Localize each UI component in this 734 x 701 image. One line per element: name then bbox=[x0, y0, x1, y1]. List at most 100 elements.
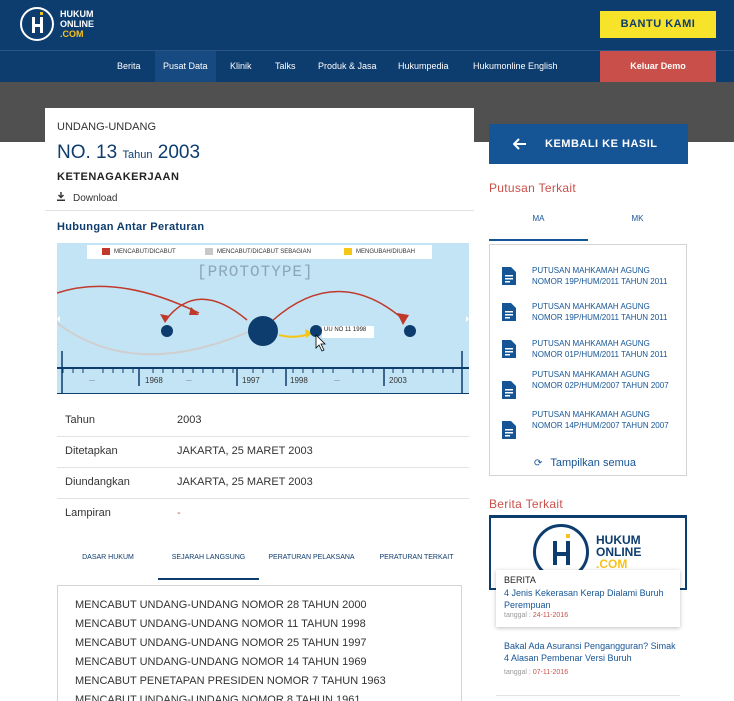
node-2003 bbox=[404, 325, 416, 337]
divider bbox=[45, 210, 474, 211]
nav-item-klinik[interactable]: Klinik bbox=[222, 51, 260, 82]
logo-text: HUKUM ONLINE .COM bbox=[60, 9, 95, 39]
putusan-list: PUTUSAN MAHKAMAH AGUNG NOMOR 19P/HUM/201… bbox=[489, 244, 687, 476]
document-year: 2003 bbox=[157, 142, 201, 163]
back-to-results-button[interactable]: KEMBALI KE HASIL bbox=[489, 124, 688, 164]
node-2003-current bbox=[248, 316, 278, 346]
timeline-label: 1968 bbox=[145, 376, 163, 385]
divider bbox=[496, 695, 680, 696]
history-item[interactable]: MENCABUT UNDANG-UNDANG NOMOR 14 TAHUN 19… bbox=[58, 653, 461, 672]
nav-item-pusat-data[interactable]: Pusat Data bbox=[155, 51, 216, 82]
putusan-title: PUTUSAN MAHKAMAH AGUNG NOMOR 01P/HUM/201… bbox=[532, 339, 668, 359]
document-icon bbox=[502, 381, 516, 399]
info-value: JAKARTA, 25 MARET 2003 bbox=[177, 476, 313, 488]
donate-button[interactable]: BANTU KAMI bbox=[600, 11, 716, 38]
info-key: Diundangkan bbox=[65, 476, 130, 488]
putusan-title: PUTUSAN MAHKAMAH AGUNG NOMOR 19P/HUM/201… bbox=[532, 266, 668, 286]
news-logo-text: HUKUM ONLINE .COM bbox=[596, 533, 642, 571]
putusan-heading: Putusan Terkait bbox=[489, 181, 576, 195]
document-type: UNDANG-UNDANG bbox=[57, 121, 156, 133]
scroll-right-icon bbox=[466, 316, 469, 322]
arrowhead bbox=[397, 313, 409, 325]
putusan-tabs: MA MK bbox=[489, 205, 687, 241]
berita-heading: Berita Terkait bbox=[489, 497, 564, 511]
news-title[interactable]: 4 Jenis Kekerasan Kerap Dialami Buruh Pe… bbox=[504, 587, 674, 611]
putusan-item[interactable]: PUTUSAN MAHKAMAH AGUNG NOMOR 19P/HUM/201… bbox=[500, 301, 680, 335]
putusan-title: PUTUSAN MAHKAMAH AGUNG NOMOR 19P/HUM/201… bbox=[532, 302, 668, 322]
relation-arc-revoke bbox=[271, 290, 404, 322]
news-date: tanggal : 07-11-2016 bbox=[504, 669, 569, 676]
arrowhead bbox=[160, 314, 170, 323]
info-key: Tahun bbox=[65, 414, 95, 426]
relations-graph bbox=[57, 285, 469, 394]
info-value: - bbox=[177, 507, 181, 519]
timeline-label: 1998 bbox=[290, 376, 308, 385]
logo-h-icon bbox=[20, 7, 54, 41]
timeline-label: 1997 bbox=[242, 376, 260, 385]
timeline-label: ... bbox=[186, 376, 192, 383]
scroll-left-icon bbox=[57, 316, 60, 322]
document-icon bbox=[502, 340, 516, 358]
document-icon bbox=[502, 267, 516, 285]
tab-dasar-hukum[interactable]: DASAR HUKUM bbox=[57, 548, 159, 580]
history-item[interactable]: MENCABUT UNDANG-UNDANG NOMOR 28 TAHUN 20… bbox=[58, 596, 461, 615]
nav-item-talks[interactable]: Talks bbox=[267, 51, 304, 82]
download-icon bbox=[57, 192, 67, 203]
news-card-featured[interactable]: BERITA 4 Jenis Kekerasan Kerap Dialami B… bbox=[496, 570, 680, 627]
history-item[interactable]: MENCABUT UNDANG-UNDANG NOMOR 25 TAHUN 19… bbox=[58, 634, 461, 653]
putusan-item[interactable]: PUTUSAN MAHKAMAH AGUNG NOMOR 19P/HUM/201… bbox=[500, 265, 680, 299]
history-item[interactable]: MENCABUT UNDANG-UNDANG NOMOR 8 TAHUN 196… bbox=[58, 691, 461, 701]
relations-diagram[interactable]: MENCABUT/DICABUT MENCABUT/DICABUT SEBAGI… bbox=[57, 243, 469, 394]
relation-arc-partial bbox=[57, 322, 258, 356]
info-value: JAKARTA, 25 MARET 2003 bbox=[177, 445, 313, 457]
tab-peraturan-terkait[interactable]: PERATURAN TERKAIT bbox=[364, 548, 469, 580]
news-title[interactable]: Bakal Ada Asuransi Pengangguran? Simak 4… bbox=[504, 640, 680, 664]
info-key: Lampiran bbox=[65, 507, 111, 519]
show-all-label: Tampilkan semua bbox=[550, 457, 636, 469]
nav-item-produk-jasa[interactable]: Produk & Jasa bbox=[310, 51, 385, 82]
news-date: tanggal : 24-11-2016 bbox=[504, 612, 569, 619]
history-item[interactable]: MENCABUT PENETAPAN PRESIDEN NOMOR 7 TAHU… bbox=[58, 672, 461, 691]
history-item[interactable]: MENCABUT UNDANG-UNDANG NOMOR 11 TAHUN 19… bbox=[58, 615, 461, 634]
news-item[interactable]: Bakal Ada Asuransi Pengangguran? Simak 4… bbox=[504, 640, 680, 676]
top-header: HUKUM ONLINE .COM BANTU KAMI bbox=[0, 0, 734, 50]
tab-mk[interactable]: MK bbox=[588, 205, 687, 241]
tab-ma[interactable]: MA bbox=[489, 205, 588, 241]
timeline-label: ... bbox=[89, 376, 95, 383]
back-button-label: KEMBALI KE HASIL bbox=[545, 138, 658, 150]
document-tabs: DASAR HUKUM SEJARAH LANGSUNG PERATURAN P… bbox=[57, 548, 469, 580]
info-row-lampiran: Lampiran - bbox=[57, 499, 469, 530]
refresh-icon: ⟳ bbox=[534, 458, 543, 469]
tab-sejarah-langsung[interactable]: SEJARAH LANGSUNG bbox=[158, 548, 259, 580]
node-tooltip: UU NO 11 1998 bbox=[324, 327, 367, 333]
site-logo[interactable]: HUKUM ONLINE .COM bbox=[20, 7, 94, 41]
document-info-table: Tahun 2003 Ditetapkan JAKARTA, 25 MARET … bbox=[57, 406, 469, 530]
info-row-diundangkan: Diundangkan JAKARTA, 25 MARET 2003 bbox=[57, 468, 469, 499]
putusan-item[interactable]: PUTUSAN MAHKAMAH AGUNG NOMOR 02P/HUM/200… bbox=[500, 369, 680, 403]
logout-demo-button[interactable]: Keluar Demo bbox=[600, 51, 716, 82]
nav-item-berita[interactable]: Berita bbox=[109, 51, 149, 82]
download-label: Download bbox=[73, 193, 118, 204]
document-icon bbox=[502, 303, 516, 321]
timeline-label: 2003 bbox=[389, 376, 407, 385]
info-key: Ditetapkan bbox=[65, 445, 118, 457]
putusan-item[interactable]: PUTUSAN MAHKAMAH AGUNG NOMOR 14P/HUM/200… bbox=[500, 409, 680, 443]
document-number: NO. 13 Tahun 2003 bbox=[57, 142, 200, 164]
document-icon bbox=[502, 421, 516, 439]
document-title: KETENAGAKERJAAN bbox=[57, 171, 180, 183]
info-row-ditetapkan: Ditetapkan JAKARTA, 25 MARET 2003 bbox=[57, 437, 469, 468]
main-nav: Berita Pusat Data Klinik Talks Produk & … bbox=[0, 50, 734, 82]
show-all-link[interactable]: ⟳ Tampilkan semua bbox=[534, 457, 636, 469]
download-link[interactable]: Download bbox=[57, 192, 117, 204]
news-category: BERITA bbox=[504, 575, 536, 585]
document-card: UNDANG-UNDANG NO. 13 Tahun 2003 KETENAGA… bbox=[45, 108, 474, 701]
node-1968 bbox=[161, 325, 173, 337]
nav-item-hukumonline-english[interactable]: Hukumonline English bbox=[465, 51, 566, 82]
nav-item-hukumpedia[interactable]: Hukumpedia bbox=[390, 51, 457, 82]
relations-heading: Hubungan Antar Peraturan bbox=[57, 221, 205, 233]
timeline-label: ... bbox=[334, 376, 340, 383]
relation-arc-revoke bbox=[57, 285, 200, 314]
tab-peraturan-pelaksana[interactable]: PERATURAN PELAKSANA bbox=[259, 548, 364, 580]
putusan-item[interactable]: PUTUSAN MAHKAMAH AGUNG NOMOR 01P/HUM/201… bbox=[500, 338, 680, 372]
timeline-year-markers bbox=[138, 368, 385, 386]
